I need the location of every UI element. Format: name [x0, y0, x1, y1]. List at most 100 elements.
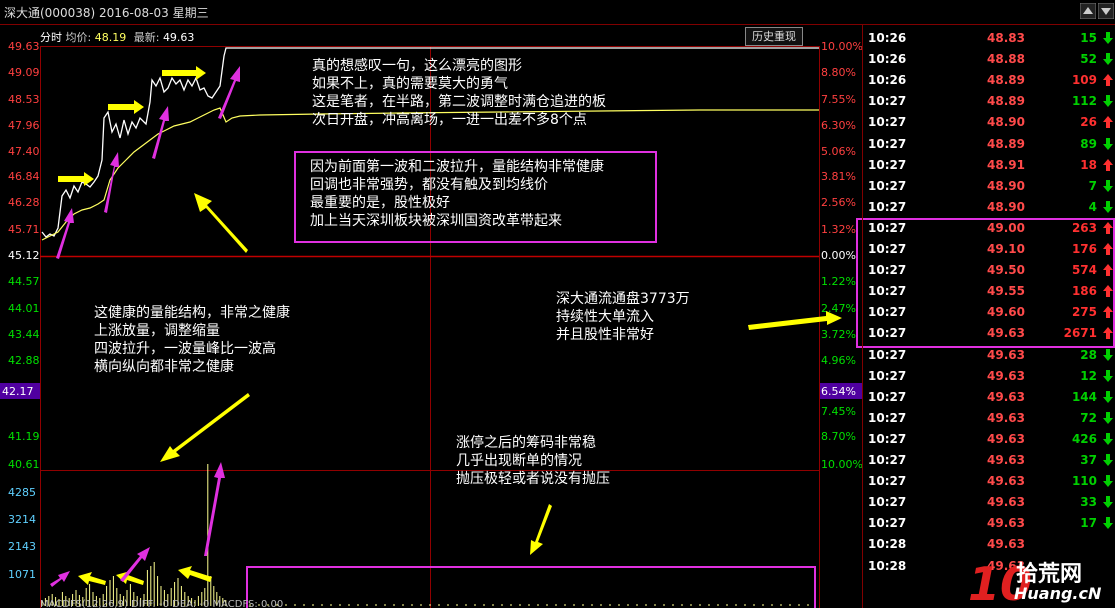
trade-time: 10:27 [868, 516, 907, 531]
trade-row[interactable]: 10:27 49.10 176 [863, 239, 1115, 260]
trade-row[interactable]: 10:27 48.90 7 [863, 176, 1115, 197]
trade-volume: 17 [1080, 516, 1097, 531]
trade-row[interactable]: 10:27 49.63 28 [863, 345, 1115, 366]
trade-price: 48.88 [987, 52, 1025, 67]
trade-row[interactable]: 10:27 49.63 17 [863, 513, 1115, 534]
trade-volume: 263 [1071, 220, 1097, 235]
trade-time: 10:27 [868, 157, 907, 172]
trade-row[interactable]: 10:27 48.89 112 [863, 91, 1115, 112]
trade-price: 49.63 [987, 389, 1025, 404]
annotation-box1-line: 回调也非常强势，都没有触及到均线价 [310, 177, 548, 193]
down-arrow-icon [1103, 475, 1113, 488]
trade-time: 10:27 [868, 136, 907, 151]
annotation-bottom: 涨停之后的筹码非常稳 几乎出现断单的情况 抛压极轻或者说没有抛压 [456, 434, 610, 488]
trade-row[interactable]: 10:27 49.55 186 [863, 281, 1115, 302]
annotation-right-line: 持续性大单流入 [556, 309, 654, 325]
trade-price: 49.10 [987, 242, 1025, 256]
trade-row[interactable]: 10:27 49.63 426 [863, 429, 1115, 450]
trade-row[interactable]: 10:27 49.63 72 [863, 408, 1115, 429]
up-arrow-icon [1103, 306, 1113, 319]
annotation-bottom-line: 抛压极轻或者说没有抛压 [456, 471, 610, 487]
trade-volume: 12 [1080, 368, 1097, 383]
trade-row[interactable]: 10:27 48.89 89 [863, 134, 1115, 155]
trade-price: 48.91 [987, 157, 1025, 172]
trade-time: 10:27 [868, 474, 907, 489]
site-watermark: 10 拾荒网 Huang.cN [968, 554, 1115, 608]
trade-price: 49.63 [987, 326, 1025, 341]
arrow-1-icon [162, 66, 206, 80]
trade-time: 10:27 [868, 431, 907, 446]
up-arrow-icon [1103, 74, 1113, 87]
up-arrow-icon [1103, 221, 1113, 234]
trade-price: 48.90 [987, 199, 1025, 214]
annotation-right-line: 深大通流通盘3773万 [556, 291, 690, 307]
arrow-6-icon [748, 311, 842, 330]
down-arrow-icon [1103, 517, 1113, 530]
trade-volume: 574 [1071, 263, 1097, 278]
trade-volume: 33 [1080, 495, 1097, 510]
trade-time: 10:27 [868, 410, 907, 425]
trade-volume: 4 [1088, 199, 1097, 214]
annotation-box1-line: 加上当天深圳板块被深圳国资改革带起来 [310, 213, 562, 229]
trade-row[interactable]: 10:27 48.91 18 [863, 155, 1115, 176]
up-arrow-icon [1103, 116, 1113, 129]
annotation-right-line: 并且股性非常好 [556, 327, 654, 343]
annotation-top-line: 这是笔者，在半路，第二波调整时满仓追进的板 [312, 94, 606, 110]
annotation-left-line: 横向纵向都非常之健康 [94, 359, 234, 375]
trade-time: 10:27 [868, 347, 907, 362]
trade-price: 49.63 [987, 410, 1025, 425]
trade-price: 49.55 [987, 284, 1025, 299]
down-arrow-icon [1103, 32, 1113, 44]
trade-price: 49.63 [987, 474, 1025, 489]
trade-row[interactable]: 10:27 48.90 4 [863, 197, 1115, 218]
trade-row[interactable]: 10:27 49.50 574 [863, 260, 1115, 281]
trade-volume: 15 [1080, 31, 1097, 45]
arrow-10-icon [178, 566, 212, 582]
magenta-arrow-6-icon [120, 547, 150, 582]
trade-price: 48.89 [987, 136, 1025, 151]
trade-time: 10:27 [868, 495, 907, 510]
trade-row[interactable]: 10:28 49.63 [863, 534, 1115, 555]
scroll-down-icon[interactable] [1098, 3, 1114, 19]
trade-price: 49.63 [987, 347, 1025, 362]
trade-price: 48.90 [987, 178, 1025, 193]
trade-row[interactable]: 10:27 49.63 33 [863, 492, 1115, 513]
trade-price: 49.00 [987, 220, 1025, 235]
down-arrow-icon [1103, 369, 1113, 382]
trade-volume: 7 [1088, 178, 1097, 193]
trade-row[interactable]: 10:27 49.63 144 [863, 387, 1115, 408]
trade-volume: 110 [1071, 474, 1097, 489]
trade-row[interactable]: 10:27 49.63 37 [863, 450, 1115, 471]
trade-row[interactable]: 10:26 48.83 15 [863, 28, 1115, 49]
trade-volume: 2671 [1063, 326, 1097, 341]
trade-time: 10:27 [868, 178, 907, 193]
annotation-box1-line: 因为前面第一波和二波拉升，量能结构非常健康 [310, 159, 604, 175]
annotation-right: 深大通流通盘3773万 持续性大单流入 并且股性非常好 [556, 290, 690, 344]
trade-price: 49.50 [987, 263, 1025, 278]
trade-row[interactable]: 10:27 49.63 12 [863, 366, 1115, 387]
trade-row[interactable]: 10:27 49.60 275 [863, 302, 1115, 323]
trade-row[interactable]: 10:26 48.88 52 [863, 49, 1115, 70]
trade-time: 10:27 [868, 199, 907, 214]
up-arrow-icon [1103, 158, 1113, 171]
trade-price: 49.60 [987, 305, 1025, 320]
down-arrow-icon [1103, 411, 1113, 424]
trade-time: 10:27 [868, 263, 907, 278]
down-arrow-icon [1103, 53, 1113, 66]
scroll-up-icon[interactable] [1080, 3, 1096, 19]
trade-row[interactable]: 10:26 48.89 109 [863, 70, 1115, 91]
trade-row[interactable]: 10:27 49.63 110 [863, 471, 1115, 492]
trade-volume: 18 [1080, 157, 1097, 172]
trade-price: 49.63 [987, 495, 1025, 510]
up-arrow-icon [1103, 264, 1113, 277]
trade-row[interactable]: 10:27 48.90 26 [863, 112, 1115, 133]
down-arrow-icon [1103, 496, 1113, 509]
arrow-5-icon [160, 393, 250, 462]
trade-row[interactable]: 10:27 49.00 263 [863, 218, 1115, 239]
trade-row[interactable]: 10:27 49.63 2671 [863, 323, 1115, 344]
trade-price: 49.63 [987, 537, 1025, 552]
down-arrow-icon [1103, 454, 1113, 466]
trade-price: 49.63 [987, 431, 1025, 446]
macd-indicator-text: MACDFS(12,26,9) DIFF: -0 DEA: -0 MACDFS:… [40, 599, 284, 608]
up-arrow-icon [1103, 285, 1113, 298]
